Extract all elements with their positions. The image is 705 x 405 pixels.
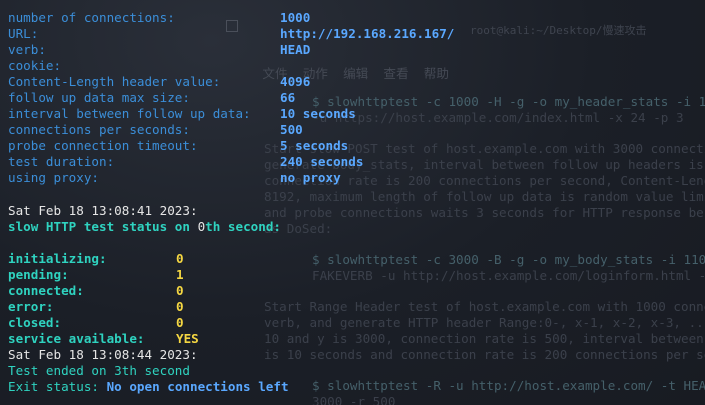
- config-row: follow up data max size: 66: [8, 90, 295, 106]
- window-icon: [226, 20, 238, 32]
- config-row: connections per seconds: 500: [8, 122, 303, 138]
- config-row: URL: http://192.168.216.167/: [8, 26, 454, 42]
- status-heading: slow HTTP test status on 0th second:: [8, 219, 281, 235]
- config-label: interval between follow up data:: [8, 106, 251, 121]
- menu-item-edit[interactable]: 编辑: [343, 66, 368, 81]
- config-label: Content-Length header value:: [8, 74, 221, 89]
- stat-value: 0: [176, 283, 184, 298]
- stat-row: connected: 0: [8, 283, 184, 299]
- exit-status-label: Exit status:: [8, 379, 107, 394]
- status-suffix: th second:: [205, 219, 281, 234]
- config-value: 500: [280, 122, 303, 137]
- stat-value: 1: [176, 267, 184, 282]
- config-label: test duration:: [8, 154, 115, 169]
- stat-label: error:: [8, 299, 54, 314]
- exit-status-value: No open connections left: [106, 379, 289, 394]
- config-label: verb:: [8, 42, 46, 57]
- stat-value: 0: [176, 299, 184, 314]
- stat-label: connected:: [8, 283, 84, 298]
- config-value: 240 seconds: [280, 154, 364, 169]
- config-value: 4096: [280, 74, 311, 89]
- config-label: follow up data max size:: [8, 90, 190, 105]
- stat-row: pending: 1: [8, 267, 184, 283]
- background-line: is 10 seconds and connection rate is 200…: [264, 347, 705, 362]
- config-label: probe connection timeout:: [8, 138, 198, 153]
- background-line: and probe connections waits 3 seconds fo…: [264, 205, 705, 220]
- background-line: 8192, maximum length of follow up data i…: [264, 189, 705, 204]
- config-value: no proxy: [280, 170, 341, 185]
- config-row: probe connection timeout: 5 seconds: [8, 138, 348, 154]
- config-value: 5 seconds: [280, 138, 349, 153]
- config-value: http://192.168.216.167/: [280, 26, 455, 41]
- stat-label: closed:: [8, 315, 62, 330]
- config-row: verb: HEAD: [8, 42, 310, 58]
- start-timestamp: Sat Feb 18 13:08:41 2023:: [8, 203, 198, 218]
- config-row: using proxy: no proxy: [8, 170, 341, 186]
- exit-status-line: Exit status: No open connections left: [8, 379, 289, 395]
- config-value: 10 seconds: [280, 106, 356, 121]
- config-value: 66: [280, 90, 296, 105]
- config-value: 1000: [280, 10, 311, 25]
- background-line: 3000 -r 500: [312, 394, 396, 405]
- config-row: interval between follow up data: 10 secon…: [8, 106, 356, 122]
- config-row: Content-Length header value: 4096: [8, 74, 310, 90]
- end-timestamp: Sat Feb 18 13:08:44 2023:: [8, 347, 198, 362]
- menu-item-view[interactable]: 查看: [383, 66, 408, 81]
- status-prefix: slow HTTP test status on: [8, 219, 198, 234]
- config-label: cookie:: [8, 58, 62, 73]
- test-ended-line: Test ended on 3th second: [8, 363, 190, 378]
- config-label: using proxy:: [8, 170, 99, 185]
- config-label: number of connections:: [8, 10, 175, 25]
- config-label: connections per seconds:: [8, 122, 190, 137]
- background-line: verb, and generate HTTP header Range:0-,…: [264, 315, 705, 330]
- stat-label: initializing:: [8, 251, 107, 266]
- config-row: test duration: 240 seconds: [8, 154, 363, 170]
- config-label: URL:: [8, 26, 39, 41]
- background-line: FAKEVERB -u http://host.example.com/logi…: [312, 268, 705, 283]
- stat-value: 0: [176, 251, 184, 266]
- background-line: $ slowhttptest -c 3000 -B -g -o my_body_…: [312, 252, 705, 267]
- menu-item-help[interactable]: 帮助: [424, 66, 449, 81]
- config-row: cookie:: [8, 58, 61, 74]
- background-line: -u https://host.example.com/index.html -…: [312, 110, 684, 125]
- config-row: number of connections: 1000: [8, 10, 310, 26]
- stat-label: service available:: [8, 331, 145, 346]
- stat-label: pending:: [8, 267, 69, 282]
- stat-row: error: 0: [8, 299, 184, 315]
- background-line: Start Range Header test of host.example.…: [264, 299, 705, 314]
- background-menu-bar: 文件 动作 编辑 查看 帮助: [232, 48, 449, 97]
- config-value: HEAD: [280, 42, 311, 57]
- background-line: $ slowhttptest -c 1000 -H -g -o my_heade…: [312, 94, 705, 109]
- stat-row: service available: YES: [8, 331, 199, 347]
- background-line: 10 and y is 3000, connection rate is 500…: [264, 331, 704, 346]
- background-line: $ slowhttptest -R -u http://host.example…: [312, 378, 705, 393]
- stat-row: initializing: 0: [8, 251, 184, 267]
- stat-value: 0: [176, 315, 184, 330]
- stat-value: YES: [176, 331, 199, 346]
- stat-row: closed: 0: [8, 315, 184, 331]
- background-window-title: root@kali:~/Desktop/慢速攻击: [470, 24, 647, 37]
